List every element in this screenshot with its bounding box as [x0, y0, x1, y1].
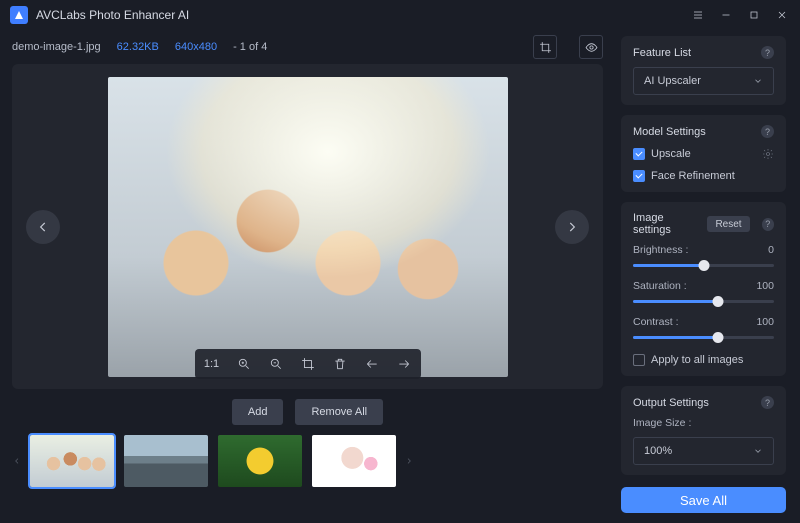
crop-tool-icon[interactable] — [297, 353, 319, 375]
image-size-select[interactable]: 100% — [633, 437, 774, 465]
crop-icon[interactable] — [533, 35, 557, 59]
brightness-value: 0 — [768, 244, 774, 256]
undo-arrow-icon[interactable] — [361, 353, 383, 375]
help-icon[interactable]: ? — [761, 46, 774, 59]
add-button[interactable]: Add — [232, 399, 284, 425]
preview-image — [108, 77, 508, 377]
filmstrip — [12, 435, 603, 487]
image-size-label: Image Size : — [633, 417, 774, 429]
upscale-checkbox[interactable] — [633, 148, 645, 160]
title-bar: AVCLabs Photo Enhancer AI — [0, 0, 800, 30]
prev-image-button[interactable] — [26, 210, 60, 244]
file-name: demo-image-1.jpg — [12, 41, 101, 53]
image-settings-panel: Image settings Reset ? Brightness : 0 Sat… — [621, 202, 786, 376]
image-size-value: 100% — [644, 445, 672, 457]
face-refinement-label: Face Refinement — [651, 170, 735, 182]
file-size[interactable]: 62.32KB — [117, 41, 159, 53]
zoom-in-icon[interactable] — [233, 353, 255, 375]
zoom-ratio-button[interactable]: 1:1 — [201, 353, 223, 375]
eye-icon[interactable] — [579, 35, 603, 59]
chevron-down-icon — [753, 446, 763, 456]
brightness-slider[interactable] — [633, 258, 774, 272]
apply-all-label: Apply to all images — [651, 354, 743, 366]
contrast-value: 100 — [756, 316, 774, 328]
help-icon[interactable]: ? — [761, 125, 774, 138]
help-icon[interactable]: ? — [761, 396, 774, 409]
output-settings-panel: Output Settings ? Image Size : 100% — [621, 386, 786, 475]
contrast-label: Contrast : — [633, 316, 679, 328]
upscale-label: Upscale — [651, 148, 691, 160]
filmstrip-prev-icon[interactable] — [12, 455, 22, 467]
close-button[interactable] — [770, 3, 794, 27]
redo-arrow-icon[interactable] — [393, 353, 415, 375]
main-area: demo-image-1.jpg 62.32KB 640x480 - 1 of … — [0, 30, 615, 523]
output-settings-title: Output Settings — [633, 397, 709, 409]
image-settings-title: Image settings — [633, 212, 701, 236]
save-all-button[interactable]: Save All — [621, 487, 786, 513]
image-viewer: 1:1 — [12, 64, 603, 389]
model-settings-panel: Model Settings ? Upscale Face Refinement — [621, 115, 786, 192]
image-info-bar: demo-image-1.jpg 62.32KB 640x480 - 1 of … — [12, 36, 603, 58]
model-settings-title: Model Settings — [633, 126, 706, 138]
saturation-slider[interactable] — [633, 294, 774, 308]
help-icon[interactable]: ? — [762, 218, 774, 231]
saturation-label: Saturation : — [633, 280, 687, 292]
thumbnail-1[interactable] — [30, 435, 114, 487]
feature-list-panel: Feature List ? AI Upscaler — [621, 36, 786, 105]
remove-all-button[interactable]: Remove All — [295, 399, 383, 425]
saturation-value: 100 — [756, 280, 774, 292]
gear-icon[interactable] — [762, 148, 774, 160]
reset-button[interactable]: Reset — [707, 216, 749, 232]
feature-list-title: Feature List — [633, 47, 691, 59]
filmstrip-actions: Add Remove All — [12, 399, 603, 425]
apply-all-checkbox[interactable] — [633, 354, 645, 366]
delete-icon[interactable] — [329, 353, 351, 375]
feature-select[interactable]: AI Upscaler — [633, 67, 774, 95]
hamburger-icon[interactable] — [686, 3, 710, 27]
app-logo-icon — [10, 6, 28, 24]
chevron-down-icon — [753, 76, 763, 86]
file-dimensions[interactable]: 640x480 — [175, 41, 217, 53]
contrast-slider[interactable] — [633, 330, 774, 344]
thumbnail-3[interactable] — [218, 435, 302, 487]
feature-select-value: AI Upscaler — [644, 75, 701, 87]
minimize-button[interactable] — [714, 3, 738, 27]
maximize-button[interactable] — [742, 3, 766, 27]
brightness-label: Brightness : — [633, 244, 688, 256]
thumbnail-4[interactable] — [312, 435, 396, 487]
filmstrip-next-icon[interactable] — [404, 455, 414, 467]
next-image-button[interactable] — [555, 210, 589, 244]
viewer-toolbar: 1:1 — [195, 349, 421, 379]
file-index: - 1 of 4 — [233, 41, 267, 53]
right-sidebar: Feature List ? AI Upscaler Model Setting… — [615, 30, 800, 523]
zoom-out-icon[interactable] — [265, 353, 287, 375]
app-title: AVCLabs Photo Enhancer AI — [36, 8, 682, 22]
face-refinement-checkbox[interactable] — [633, 170, 645, 182]
thumbnail-2[interactable] — [124, 435, 208, 487]
